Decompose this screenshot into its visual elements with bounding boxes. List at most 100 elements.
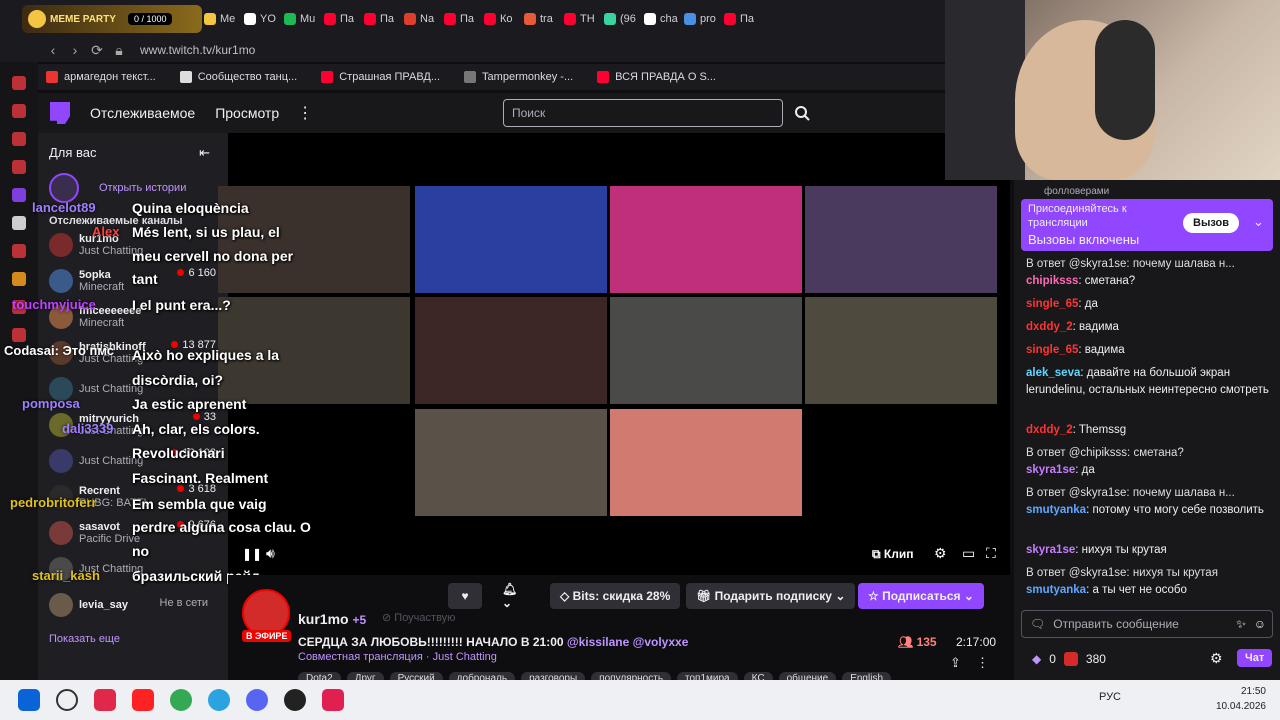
subscribe-button[interactable]: ☆ Подписаться ⌄ [858, 583, 984, 609]
windows-start-icon[interactable] [18, 689, 40, 711]
chrome-icon[interactable] [170, 689, 192, 711]
chat-username[interactable]: chipiksss [1026, 275, 1078, 287]
stream-tag[interactable]: КС [743, 672, 773, 680]
stream-tag[interactable]: общение [778, 672, 837, 680]
clip-button[interactable]: ⧉ Клип [872, 547, 913, 562]
chat-reply-context[interactable]: В ответ @chipiksss: сметана? [1026, 445, 1276, 462]
messenger-icon[interactable] [12, 160, 26, 174]
twitch-rail-icon[interactable] [12, 188, 26, 202]
settings-gear-icon[interactable]: ⚙ [934, 545, 947, 562]
browser-tab[interactable]: tra [524, 7, 562, 31]
video-player[interactable]: ❚❚ 🔊︎ ⧉ Клип ⚙ ▭ ⛶ [218, 133, 1010, 575]
more-menu-icon[interactable]: ⋮ [297, 103, 313, 123]
browser-tab[interactable]: TH [564, 7, 602, 31]
browser-tab[interactable]: Na [404, 7, 442, 31]
steam-icon[interactable] [284, 689, 306, 711]
search-icon[interactable] [788, 99, 816, 127]
chat-username[interactable]: skyra1se [1026, 464, 1075, 476]
browser-tab[interactable]: Ко [484, 7, 522, 31]
nav-following[interactable]: Отслеживаемое [90, 105, 195, 121]
language-indicator[interactable]: РУС [1099, 690, 1121, 705]
call-button[interactable]: Вызов [1183, 213, 1240, 233]
volume-icon[interactable]: 🔊︎ [266, 545, 275, 562]
search-input[interactable]: Поиск [503, 99, 783, 127]
browser-tab[interactable]: Па [444, 7, 482, 31]
bookmark-item[interactable]: ВСЯ ПРАВДА О S... [597, 71, 716, 83]
stream-tag[interactable]: доброналь [448, 672, 516, 680]
browser-tab[interactable]: (96 [604, 7, 642, 31]
player-icon[interactable] [12, 104, 26, 118]
chat-input[interactable]: 🗨︎ Отправить сообщение ✨︎ ☺ [1021, 610, 1273, 638]
bookmark-item[interactable]: Сообщество танц... [179, 71, 297, 83]
chat-username[interactable]: single_65 [1026, 344, 1078, 356]
chat-settings-icon[interactable]: ⚙ [1210, 650, 1223, 667]
channel-name[interactable]: kur1mo +5 [298, 611, 366, 627]
stream-title-mentions[interactable]: @kissilane @volyxxe [567, 635, 688, 649]
opera-gx-icon[interactable] [94, 689, 116, 711]
browser-tab[interactable]: Па [364, 7, 402, 31]
bits-discount-button[interactable]: ◇ Bits: скидка 28% [550, 583, 681, 609]
url-field[interactable]: www.twitch.tv/kur1mo [140, 43, 255, 57]
more-options-icon[interactable]: ⋮ [976, 655, 989, 671]
yandex-browser-icon[interactable] [132, 689, 154, 711]
x-rail-icon[interactable] [12, 216, 26, 230]
chat-username[interactable]: skyra1se [1026, 544, 1075, 556]
browser-tab[interactable]: cha [644, 7, 682, 31]
discord-icon[interactable] [246, 689, 268, 711]
chat-username[interactable]: single_65 [1026, 298, 1078, 310]
sidebar-channel[interactable]: levia_say Не в сети [49, 587, 228, 623]
twitch-logo-icon[interactable] [50, 102, 70, 124]
browser-tab[interactable]: Me [204, 7, 242, 31]
stream-tag[interactable]: Русский [389, 672, 443, 680]
tiktok-icon[interactable] [322, 689, 344, 711]
chat-username[interactable]: smutyanka [1026, 584, 1086, 596]
stories-row[interactable]: Открыть истории [49, 173, 228, 203]
reload-icon[interactable]: ⟳ [86, 42, 108, 59]
chat-username[interactable]: smutyanka [1026, 504, 1086, 516]
gx-corner-icon[interactable] [12, 132, 26, 146]
search-taskbar-icon[interactable] [56, 689, 78, 711]
mail-rail-icon[interactable] [12, 272, 26, 286]
bookmark-item[interactable]: Страшная ПРАВД... [321, 71, 440, 83]
chat-reply-context[interactable]: В ответ @skyra1se: почему шалава н... [1026, 256, 1276, 273]
stream-tag[interactable]: Друг [346, 672, 384, 680]
browser-tab[interactable]: Па [724, 7, 762, 31]
show-more-link[interactable]: Показать еще [49, 633, 228, 645]
gift-sub-button[interactable]: 🎁︎ Подарить подписку ⌄ [686, 583, 856, 609]
settings-icon[interactable] [12, 328, 26, 342]
category-line[interactable]: Совместная трансляция · Just Chatting [298, 651, 497, 663]
yandex-rail-icon[interactable] [12, 244, 26, 258]
chat-reply-context[interactable]: В ответ @skyra1se: почему шалава н... [1026, 485, 1276, 502]
browser-tab[interactable]: YO [244, 7, 282, 31]
will-attend-button[interactable]: ⊘ Поучаствую [382, 611, 455, 624]
back-icon[interactable]: ‹ [42, 42, 64, 58]
telegram-icon[interactable] [208, 689, 230, 711]
chat-reply-context[interactable]: В ответ @skyra1se: нихуя ты крутая [1026, 565, 1276, 582]
speed-dial-icon[interactable] [12, 76, 26, 90]
emote-icon[interactable]: ☺ [1254, 617, 1266, 631]
bookmark-item[interactable]: армагедон текст... [46, 71, 156, 83]
theatre-mode-icon[interactable]: ▭ [962, 545, 975, 562]
stream-tag[interactable]: English [842, 672, 892, 680]
chevron-down-icon[interactable]: ⌄ [1253, 214, 1264, 230]
stream-tag[interactable]: топ1мира [677, 672, 738, 680]
chat-username[interactable]: alek_seva [1026, 367, 1080, 379]
channel-points[interactable]: ◆ 0 380 [1032, 652, 1106, 666]
browser-tab[interactable]: Mu [284, 7, 322, 31]
bookmark-item[interactable]: Tampermonkey -... [464, 71, 573, 83]
forward-icon[interactable]: › [64, 42, 86, 58]
pause-icon[interactable]: ❚❚ [242, 547, 262, 561]
browser-tab[interactable]: pro [684, 7, 722, 31]
gx-game-widget[interactable]: MEME PARTY 0 / 1000 [22, 5, 202, 33]
stream-tag[interactable]: популярность [591, 672, 672, 680]
follow-heart-button[interactable]: ♥ [448, 583, 482, 609]
chat-send-button[interactable]: Чат [1237, 649, 1273, 667]
share-icon[interactable]: ⇪ [950, 655, 961, 671]
stream-tag[interactable]: разговоры [521, 672, 586, 680]
notifications-bell-icon[interactable]: 🔔︎ ⌄ [492, 582, 538, 610]
nav-browse[interactable]: Просмотр [215, 105, 279, 121]
chat-username[interactable]: dxddy_2 [1026, 321, 1073, 333]
stream-tag[interactable]: Dota2 [298, 672, 341, 680]
magic-wand-icon[interactable]: ✨︎ [1236, 617, 1246, 632]
fullscreen-icon[interactable]: ⛶ [986, 545, 996, 562]
